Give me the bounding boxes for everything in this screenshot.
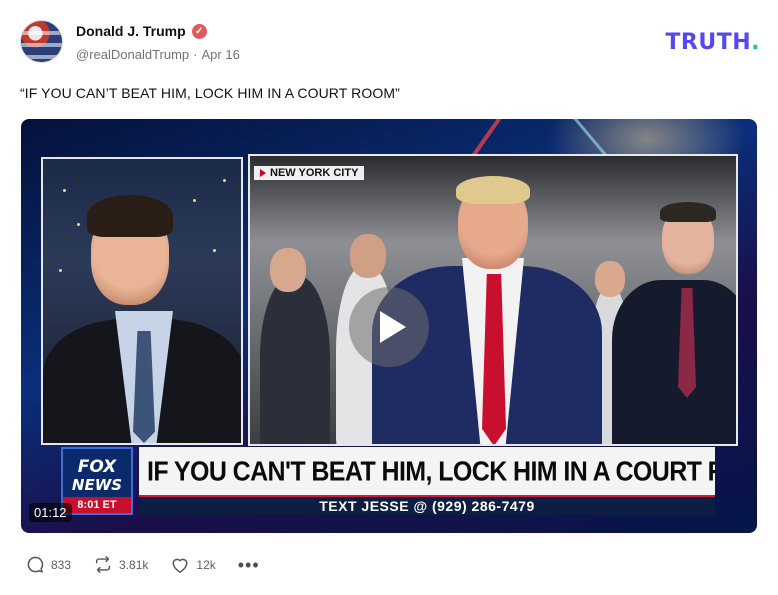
author-name-row: Donald J. Trump ✓ xyxy=(76,23,207,39)
author-display-name[interactable]: Donald J. Trump xyxy=(76,23,186,39)
reply-count: 833 xyxy=(51,557,72,572)
video-right-panel: NEW YORK CITY xyxy=(248,154,738,446)
heart-icon xyxy=(172,558,188,573)
brand-dot: . xyxy=(751,30,760,55)
post-text: “IF YOU CAN’T BEAT HIM, LOCK HIM IN A CO… xyxy=(20,85,400,101)
retruth-count: 3.81k xyxy=(119,557,149,572)
video-player[interactable]: NEW YORK CITY FOX NEWS 8:01 ET IF YOU CA… xyxy=(21,119,757,533)
brand-name: TRUTH xyxy=(665,30,752,55)
post-actions: 833 3.81k 12k ••• xyxy=(26,555,260,574)
aide-suit xyxy=(612,280,736,444)
host-hair xyxy=(87,195,173,237)
play-icon xyxy=(380,311,406,343)
network-logo-bottom: NEWS xyxy=(71,476,123,494)
post-header: Donald J. Trump ✓ @realDonaldTrump · Apr… xyxy=(20,20,760,66)
like-count: 12k xyxy=(196,557,216,572)
play-button[interactable] xyxy=(349,287,429,367)
reply-button[interactable]: 833 xyxy=(26,555,71,574)
more-options-button[interactable]: ••• xyxy=(238,556,260,574)
location-marker-icon xyxy=(260,169,266,177)
network-logo-top: FOX xyxy=(77,457,117,477)
verified-badge-icon: ✓ xyxy=(191,23,207,39)
meta-separator: · xyxy=(193,47,198,62)
location-text: NEW YORK CITY xyxy=(270,167,359,179)
author-handle[interactable]: @realDonaldTrump xyxy=(76,47,189,62)
video-left-panel xyxy=(41,157,243,445)
post-date[interactable]: Apr 16 xyxy=(202,47,240,62)
location-tag: NEW YORK CITY xyxy=(254,166,365,180)
truth-logo[interactable]: TRUTH. xyxy=(665,30,760,55)
author-avatar[interactable] xyxy=(20,20,63,63)
aide-hair xyxy=(660,202,716,222)
author-meta: @realDonaldTrump · Apr 16 xyxy=(76,47,240,62)
retruth-button[interactable]: 3.81k xyxy=(93,555,148,574)
network-time: 8:01 ET xyxy=(63,497,131,513)
reply-icon xyxy=(27,556,44,573)
video-duration: 01:12 xyxy=(29,503,72,522)
speaker-hair xyxy=(456,176,530,204)
like-button[interactable]: 12k xyxy=(170,556,216,574)
retruth-icon xyxy=(95,556,111,573)
headline-banner: IF YOU CAN'T BEAT HIM, LOCK HIM IN A COU… xyxy=(139,447,715,497)
sub-banner: TEXT JESSE @ (929) 286-7479 xyxy=(139,495,715,515)
news-lower-third: FOX NEWS 8:01 ET IF YOU CAN'T BEAT HIM, … xyxy=(61,447,715,515)
network-logo: FOX NEWS 8:01 ET xyxy=(61,447,133,515)
